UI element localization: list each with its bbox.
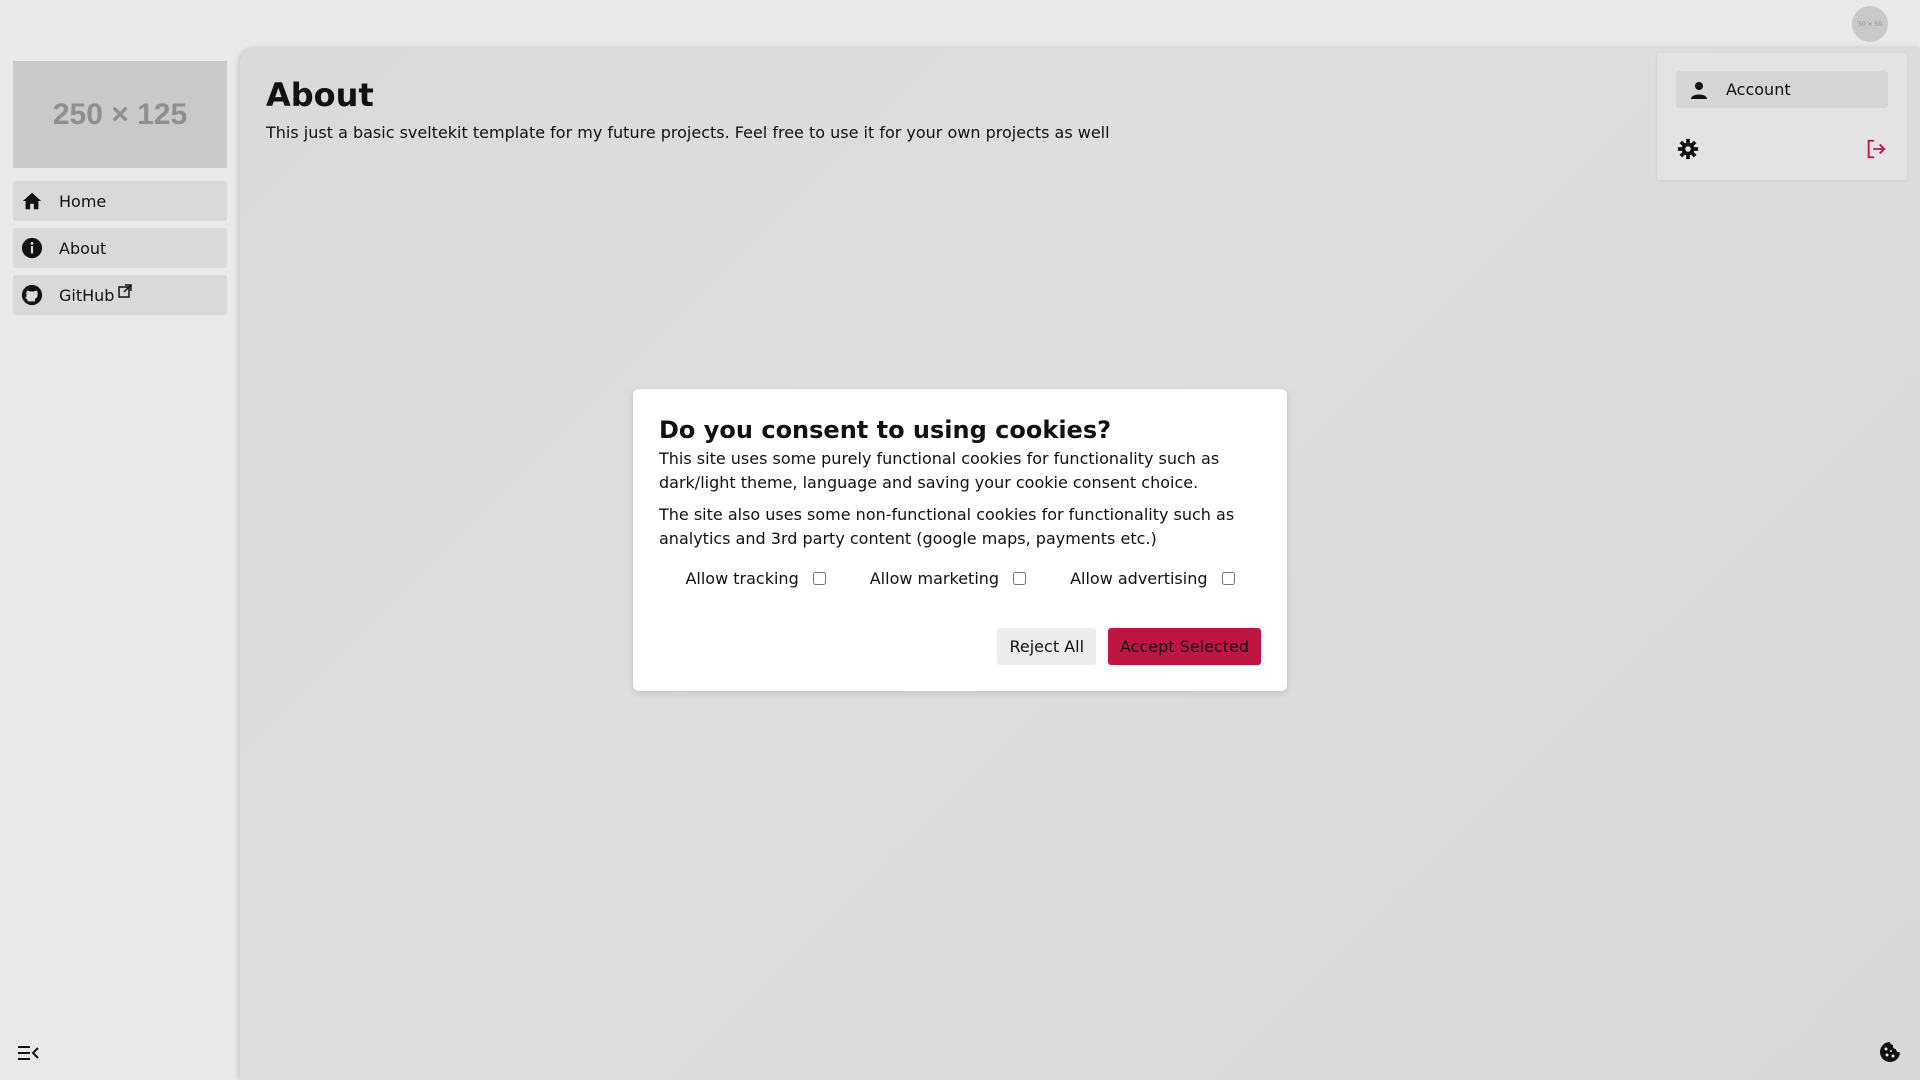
account-dropdown: Account [1657, 53, 1907, 180]
sidebar-item-label: About [59, 238, 107, 258]
sidebar-item-github[interactable]: GitHub [13, 275, 227, 315]
reject-all-button[interactable]: Reject All [997, 628, 1097, 665]
accept-selected-button[interactable]: Accept Selected [1108, 628, 1261, 665]
allow-marketing-checkbox[interactable] [1013, 572, 1027, 585]
sidebar-item-label: GitHub [59, 285, 115, 305]
cookie-options: Allow tracking Allow marketing Allow adv… [659, 569, 1261, 588]
allow-tracking-checkbox[interactable] [812, 572, 826, 585]
info-icon [20, 236, 44, 260]
allow-advertising-option[interactable]: Allow advertising [1070, 569, 1235, 588]
avatar[interactable]: 50 × 50 [1852, 6, 1888, 42]
sidebar-nav: Home About GitHub [13, 181, 227, 322]
gear-icon[interactable] [1675, 136, 1701, 162]
allow-marketing-label: Allow marketing [869, 569, 1000, 588]
github-icon [20, 283, 44, 307]
cookie-icon[interactable] [1878, 1040, 1902, 1064]
logout-icon[interactable] [1863, 136, 1889, 162]
external-link-icon [118, 284, 133, 298]
logo-placeholder: 250 × 125 [13, 61, 227, 168]
account-menu-item[interactable]: Account [1676, 71, 1888, 108]
page-title: About [266, 76, 374, 114]
allow-marketing-option[interactable]: Allow marketing [869, 569, 1027, 588]
home-icon [20, 189, 44, 213]
page-description: This just a basic sveltekit template for… [266, 123, 1110, 142]
top-bar: 50 × 50 [0, 0, 1920, 48]
cookie-nonfunctional-text: The site also uses some non-functional c… [659, 505, 1235, 548]
allow-advertising-checkbox[interactable] [1221, 572, 1235, 585]
sidebar-item-home[interactable]: Home [13, 181, 227, 221]
user-icon [1689, 80, 1709, 100]
allow-advertising-label: Allow advertising [1070, 569, 1208, 588]
sidebar-item-label: Home [59, 191, 107, 211]
allow-tracking-label: Allow tracking [685, 569, 799, 588]
account-label: Account [1726, 80, 1791, 99]
cookie-consent-dialog: Do you consent to using cookies? This si… [633, 389, 1287, 691]
menu-collapse-icon[interactable] [18, 1044, 40, 1062]
sidebar-item-about[interactable]: About [13, 228, 227, 268]
cookie-actions: Reject All Accept Selected [997, 628, 1261, 665]
cookie-functional-text: This site uses some purely functional co… [659, 449, 1220, 492]
allow-tracking-option[interactable]: Allow tracking [685, 569, 826, 588]
cookie-dialog-title: Do you consent to using cookies? [659, 416, 1112, 444]
sidebar: 250 × 125 Home About GitHub [0, 48, 240, 1080]
